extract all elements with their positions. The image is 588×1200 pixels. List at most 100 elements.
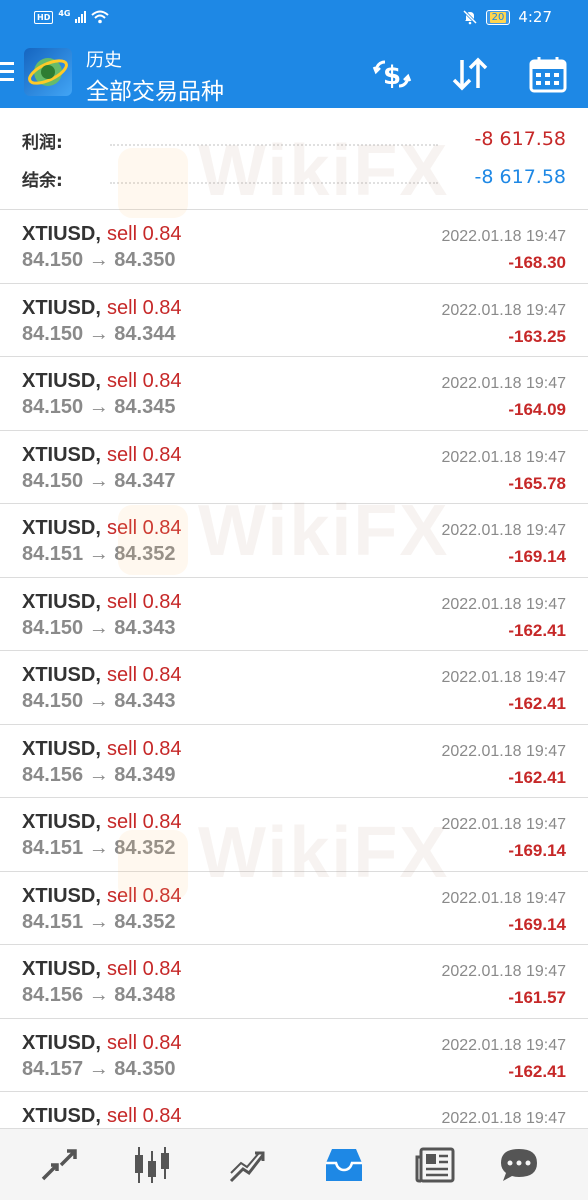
mute-icon bbox=[462, 9, 477, 25]
trade-side-volume: sell 0.84 bbox=[107, 443, 182, 466]
trade-symbol: XTIUSD, bbox=[22, 590, 101, 613]
calendar-icon[interactable] bbox=[528, 54, 568, 94]
trade-symbol: XTIUSD, bbox=[22, 223, 101, 245]
balance-value: -8 617.58 bbox=[474, 166, 566, 188]
battery-icon: 20 bbox=[485, 9, 511, 25]
news-icon[interactable] bbox=[413, 1143, 457, 1187]
trade-row[interactable]: XTIUSD, sell 0.84 84.151 → 84.352 2022.01.1… bbox=[0, 504, 588, 578]
trade-prices: 84.151 → 84.352 bbox=[22, 543, 176, 565]
trade-time: 2022.01.18 19:47 bbox=[441, 448, 566, 466]
trade-prices: 84.150 → 84.345 bbox=[22, 396, 176, 418]
trade-row[interactable]: XTIUSD, sell 0.84 84.151 → 84.352 2022.01.1… bbox=[0, 872, 588, 945]
status-right: 20 4:27 bbox=[462, 8, 552, 26]
trade-row[interactable]: XTIUSD, sell 0.84 84.150 → 84.343 2022.01.1… bbox=[0, 578, 588, 651]
trade-row[interactable]: XTIUSD, sell 0.84 84.150 → 84.350 2022.01.1… bbox=[0, 210, 588, 284]
quotes-icon[interactable] bbox=[37, 1143, 81, 1187]
trade-profit: -161.57 bbox=[508, 988, 566, 1007]
trade-row[interactable]: XTIUSD, sell 0.84 84.150 → 84.343 2022.01.1… bbox=[0, 651, 588, 725]
trade-side-volume: sell 0.84 bbox=[107, 223, 182, 245]
symbol-filter[interactable]: 全部交易品种 bbox=[86, 72, 224, 106]
trade-prices: 84.151 → 84.352 bbox=[22, 910, 176, 933]
app-bar: 历史 全部交易品种 $ bbox=[0, 36, 588, 108]
trade-side-volume: sell 0.84 bbox=[107, 958, 182, 980]
trade-time: 2022.01.18 19:47 bbox=[441, 1036, 566, 1054]
profit-value: -8 617.58 bbox=[474, 128, 566, 150]
page-title: 历史 bbox=[86, 50, 122, 71]
trade-symbol: XTIUSD, bbox=[22, 370, 101, 392]
trade-side-volume: sell 0.84 bbox=[107, 590, 182, 613]
trade-icon[interactable] bbox=[225, 1143, 269, 1187]
menu-icon[interactable] bbox=[0, 62, 14, 82]
trade-profit: -162.41 bbox=[508, 1061, 566, 1081]
trade-row[interactable]: XTIUSD, sell 0.84 84.157 → 84.350 2022.01.1… bbox=[0, 1019, 588, 1092]
trade-prices: 84.150 → 84.347 bbox=[22, 469, 176, 492]
hd-badge: HD bbox=[34, 10, 54, 24]
trade-side-volume: sell 0.84 bbox=[107, 884, 182, 907]
trade-profit: -168.30 bbox=[508, 253, 566, 272]
clock: 4:27 bbox=[518, 8, 552, 26]
summary-panel: 利润: -8 617.58 结余: -8 617.58 bbox=[0, 108, 588, 210]
metatrader-logo-icon bbox=[28, 58, 68, 86]
trade-row[interactable]: XTIUSD, sell 0.84 84.151 → 84.352 2022.01.1… bbox=[0, 798, 588, 872]
balance-label: 结余: bbox=[22, 171, 63, 191]
trade-row[interactable]: XTIUSD, sell 0.84 84.150 → 84.344 2022.01.1… bbox=[0, 284, 588, 357]
trade-time: 2022.01.18 19:47 bbox=[441, 522, 566, 539]
trade-side-volume: sell 0.84 bbox=[107, 370, 182, 392]
trade-time: 2022.01.18 19:47 bbox=[441, 301, 566, 319]
trade-side-volume: sell 0.84 bbox=[107, 664, 182, 686]
trade-symbol: XTIUSD, bbox=[22, 958, 101, 980]
trade-side-volume: sell 0.84 bbox=[107, 296, 182, 319]
chart-icon[interactable] bbox=[130, 1143, 174, 1187]
trade-prices: 84.156 → 84.348 bbox=[22, 984, 176, 1006]
trade-profit: -162.41 bbox=[508, 694, 566, 713]
status-left: HD 4G bbox=[34, 8, 110, 24]
trade-prices: 84.156 → 84.349 bbox=[22, 763, 176, 786]
trade-prices: 84.150 → 84.343 bbox=[22, 616, 176, 639]
trade-symbol: XTIUSD, bbox=[22, 737, 101, 760]
signal-icon bbox=[75, 11, 87, 23]
trade-symbol: XTIUSD, bbox=[22, 1105, 101, 1127]
battery-level: 20 bbox=[489, 11, 507, 23]
trade-profit: -162.41 bbox=[508, 620, 566, 640]
trade-time: 2022.01.18 19:47 bbox=[441, 595, 566, 613]
trade-prices: 84.150 → 84.344 bbox=[22, 322, 176, 345]
trade-side-volume: sell 0.84 bbox=[107, 1105, 182, 1127]
status-bar: HD 4G 20 4:27 bbox=[0, 0, 588, 36]
network-type: 4G bbox=[58, 8, 71, 18]
trade-row[interactable]: XTIUSD, sell 0.84 84.156 → 84.348 2022.01.1… bbox=[0, 945, 588, 1019]
trade-side-volume: sell 0.84 bbox=[107, 517, 182, 539]
trade-symbol: XTIUSD, bbox=[22, 517, 101, 539]
trade-time: 2022.01.18 19:47 bbox=[441, 889, 566, 907]
trade-symbol: XTIUSD, bbox=[22, 443, 101, 466]
trade-row[interactable]: XTIUSD, sell 0.84 84.150 → 84.345 2022.01.1… bbox=[0, 357, 588, 431]
trade-prices: 84.151 → 84.352 bbox=[22, 837, 176, 859]
history-icon[interactable] bbox=[322, 1143, 366, 1187]
trade-profit: -169.14 bbox=[508, 547, 566, 566]
trade-history-list: XTIUSD, sell 0.84 84.150 → 84.350 2022.01.1… bbox=[0, 210, 588, 1166]
trade-time: 2022.01.18 19:47 bbox=[441, 742, 566, 760]
trade-profit: -165.78 bbox=[508, 473, 566, 493]
trade-prices: 84.157 → 84.350 bbox=[22, 1057, 176, 1080]
trade-row[interactable]: XTIUSD, sell 0.84 84.150 → 84.347 2022.01.1… bbox=[0, 431, 588, 504]
trade-side-volume: sell 0.84 bbox=[107, 1031, 182, 1054]
trade-row[interactable]: XTIUSD, sell 0.84 84.156 → 84.349 2022.01.1… bbox=[0, 725, 588, 798]
divider bbox=[110, 182, 438, 184]
trade-profit: -164.09 bbox=[508, 400, 566, 419]
messages-icon[interactable] bbox=[497, 1143, 541, 1187]
profit-label: 利润: bbox=[22, 133, 63, 153]
profit-row: 利润: -8 617.58 bbox=[0, 128, 588, 158]
divider bbox=[110, 144, 438, 146]
deposit-withdraw-icon[interactable]: $ bbox=[372, 54, 412, 94]
app-logo bbox=[24, 48, 72, 96]
trade-side-volume: sell 0.84 bbox=[107, 737, 182, 760]
trade-profit: -163.25 bbox=[508, 326, 566, 346]
trade-side-volume: sell 0.84 bbox=[107, 811, 182, 833]
svg-text:$: $ bbox=[383, 61, 401, 91]
trade-time: 2022.01.18 19:47 bbox=[441, 375, 566, 392]
trade-symbol: XTIUSD, bbox=[22, 296, 101, 319]
trade-symbol: XTIUSD, bbox=[22, 884, 101, 907]
trade-symbol: XTIUSD, bbox=[22, 664, 101, 686]
trade-profit: -169.14 bbox=[508, 841, 566, 860]
sort-icon[interactable] bbox=[450, 54, 490, 94]
trade-time: 2022.01.18 19:47 bbox=[441, 963, 566, 980]
